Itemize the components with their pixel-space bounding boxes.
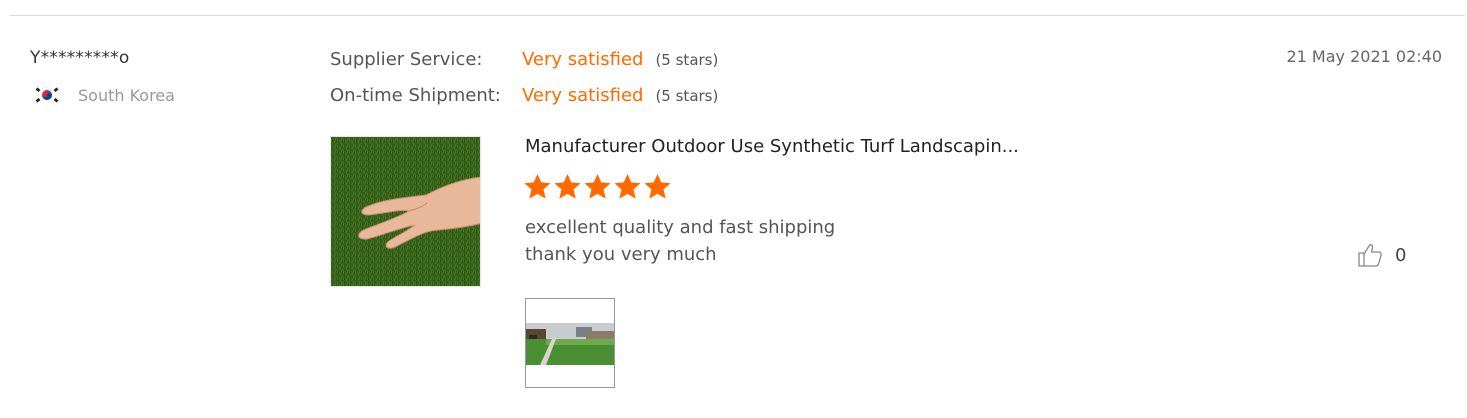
south-korea-flag-icon (33, 85, 61, 105)
review-card: Y*********o South Korea Supplier Service… (0, 0, 1467, 418)
thumbs-up-icon (1358, 244, 1382, 267)
reviewer-country: South Korea (33, 84, 175, 106)
rating-stars-text: (5 stars) (655, 87, 719, 105)
star-icon (584, 173, 611, 199)
product-thumbnail[interactable] (330, 136, 481, 287)
rating-row-on-time-shipment: On-time Shipment: Very satisfied (5 star… (330, 82, 718, 118)
rating-label: Supplier Service: (330, 49, 483, 70)
review-line: excellent quality and fast shipping (525, 217, 836, 238)
rating-label: On-time Shipment: (330, 85, 501, 106)
rating-value: Very satisfied (522, 85, 644, 106)
product-star-rating (523, 172, 673, 201)
review-date: 21 May 2021 02:40 (1286, 47, 1442, 66)
like-button[interactable]: 0 (1357, 242, 1406, 268)
rating-row-supplier-service: Supplier Service: Very satisfied (5 star… (330, 46, 718, 82)
review-text: excellent quality and fast shipping than… (525, 214, 835, 268)
rating-value: Very satisfied (522, 49, 644, 70)
star-icon (644, 173, 671, 199)
review-line: thank you very much (525, 244, 717, 265)
star-icon (524, 173, 551, 199)
rating-stars-text: (5 stars) (655, 51, 719, 69)
artificial-grass-with-hand-thumbnail (331, 137, 480, 286)
supplier-ratings: Supplier Service: Very satisfied (5 star… (330, 46, 718, 118)
star-icon (614, 173, 641, 199)
country-name: South Korea (78, 85, 175, 105)
review-photo-attachment[interactable] (525, 298, 615, 388)
reviewer-name: Y*********o (30, 48, 130, 68)
top-divider (10, 15, 1465, 16)
installed-lawn-photo-thumbnail (526, 299, 614, 387)
product-title[interactable]: Manufacturer Outdoor Use Synthetic Turf … (525, 136, 1019, 157)
star-icon (554, 173, 581, 199)
like-count: 0 (1395, 244, 1407, 266)
